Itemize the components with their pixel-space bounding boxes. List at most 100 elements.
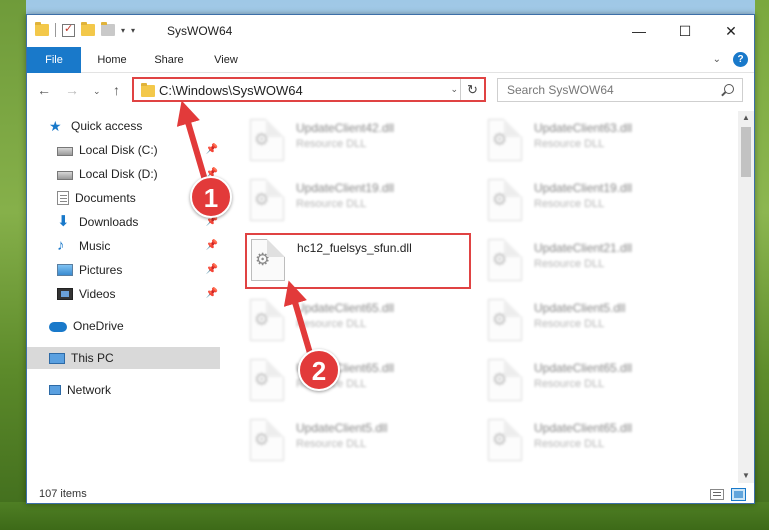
dll-file-icon	[250, 179, 284, 221]
customize-icon[interactable]	[101, 22, 115, 36]
up-button[interactable]: ↑	[113, 82, 120, 98]
properties-icon[interactable]	[62, 22, 75, 37]
documents-icon	[57, 191, 69, 205]
file-item[interactable]: UpdateClient65.dll Resource DLL	[484, 355, 714, 405]
file-type: Resource DLL	[534, 198, 605, 210]
pin-icon[interactable]: 📌	[206, 144, 218, 155]
videos-icon	[57, 288, 73, 300]
dll-file-icon	[251, 239, 285, 281]
file-item[interactable]: UpdateClient5.dll Resource DLL	[484, 295, 714, 345]
desktop-background-right	[755, 0, 769, 530]
refresh-button[interactable]: ↻	[460, 79, 484, 100]
sidebar-item-network[interactable]: Network	[27, 379, 220, 401]
sidebar-item-videos[interactable]: Videos 📌	[27, 283, 220, 305]
file-name: UpdateClient65.dll	[534, 421, 633, 435]
file-type: Resource DLL	[296, 318, 367, 330]
large-icons-view-icon[interactable]	[731, 488, 746, 501]
desktop-background-left	[0, 0, 26, 530]
navigation-pane: ★ Quick access Local Disk (C:) 📌 Local D…	[27, 111, 220, 483]
details-view-icon[interactable]	[710, 489, 724, 500]
file-name: UpdateClient5.dll	[534, 301, 626, 315]
drive-icon	[57, 147, 73, 156]
help-icon[interactable]: ?	[733, 52, 748, 67]
file-name: UpdateClient63.dll	[534, 121, 633, 135]
file-item[interactable]: UpdateClient65.dll Resource DLL	[246, 295, 476, 345]
recent-locations-icon[interactable]: ⌄	[93, 86, 101, 97]
file-type: Resource DLL	[534, 438, 605, 450]
tab-share[interactable]: Share	[142, 47, 196, 73]
item-count: 107 items	[39, 488, 87, 500]
step-badge-1: 1	[190, 176, 232, 218]
address-bar[interactable]: C:\Windows\SysWOW64 ⌄ ↻	[132, 77, 486, 102]
sidebar-item-downloads[interactable]: ⬇ Downloads 📌	[27, 211, 220, 233]
sidebar-item-label: Local Disk (D:)	[79, 167, 158, 181]
new-folder-icon[interactable]	[81, 22, 95, 36]
dll-file-icon	[488, 179, 522, 221]
scroll-down-icon[interactable]: ▼	[738, 469, 754, 483]
dll-file-icon	[488, 239, 522, 281]
file-item[interactable]: UpdateClient19.dll Resource DLL	[484, 175, 714, 225]
search-icon[interactable]	[724, 84, 734, 94]
sidebar-item-label: Quick access	[71, 119, 143, 133]
file-name: UpdateClient5.dll	[296, 421, 388, 435]
pin-icon[interactable]: 📌	[206, 264, 218, 275]
network-icon	[49, 385, 61, 395]
folder-icon[interactable]	[35, 22, 49, 36]
scroll-thumb[interactable]	[741, 127, 751, 177]
close-button[interactable]: ✕	[708, 15, 754, 47]
file-name: UpdateClient42.dll	[296, 121, 395, 135]
sidebar-item-label: OneDrive	[73, 319, 124, 333]
tab-view[interactable]: View	[199, 47, 253, 73]
address-dropdown-icon[interactable]: ⌄	[450, 84, 458, 95]
music-icon: ♪	[57, 237, 65, 254]
minimize-button[interactable]: —	[616, 15, 662, 47]
title-bar: ▾ ▾ SysWOW64 — ☐ ✕	[27, 15, 754, 47]
sidebar-item-music[interactable]: ♪ Music 📌	[27, 235, 220, 257]
pin-icon[interactable]: 📌	[206, 288, 218, 299]
sidebar-item-label: Local Disk (C:)	[79, 143, 158, 157]
ribbon-tabs: File Home Share View ⌄ ?	[27, 47, 754, 73]
dll-file-icon	[250, 119, 284, 161]
pin-icon[interactable]: 📌	[206, 240, 218, 251]
file-item[interactable]: UpdateClient63.dll Resource DLL	[484, 115, 714, 165]
window-title: SysWOW64	[167, 24, 233, 38]
sidebar-item-pictures[interactable]: Pictures 📌	[27, 259, 220, 281]
vertical-scrollbar[interactable]: ▲ ▼	[738, 111, 754, 483]
file-name: UpdateClient65.dll	[296, 301, 395, 315]
sidebar-item-label: Network	[67, 383, 112, 397]
tab-file[interactable]: File	[27, 47, 81, 73]
step-badge-2: 2	[298, 349, 340, 391]
file-item[interactable]: UpdateClient5.dll Resource DLL	[246, 415, 476, 465]
maximize-button[interactable]: ☐	[662, 15, 708, 47]
file-item[interactable]: UpdateClient19.dll Resource DLL	[246, 175, 476, 225]
forward-button[interactable]: →	[65, 82, 79, 98]
file-item[interactable]: UpdateClient21.dll Resource DLL	[484, 235, 714, 285]
ribbon-right: ⌄ ?	[713, 52, 748, 67]
sidebar-item-local-disk-c[interactable]: Local Disk (C:) 📌	[27, 139, 220, 161]
dll-file-icon	[250, 419, 284, 461]
file-item[interactable]: UpdateClient65.dll Resource DLL	[246, 355, 476, 405]
download-icon: ⬇	[57, 213, 70, 230]
pc-icon	[49, 352, 65, 364]
address-path[interactable]: C:\Windows\SysWOW64	[159, 83, 303, 98]
file-name: UpdateClient19.dll	[296, 181, 395, 195]
file-item-selected[interactable]: hc12_fuelsys_sfun.dll	[245, 233, 471, 289]
file-item[interactable]: UpdateClient65.dll Resource DLL	[484, 415, 714, 465]
sidebar-item-onedrive[interactable]: OneDrive	[27, 315, 220, 337]
file-name: hc12_fuelsys_sfun.dll	[297, 241, 412, 255]
back-button[interactable]: ←	[37, 82, 51, 98]
file-name: UpdateClient65.dll	[534, 361, 633, 375]
expand-ribbon-icon[interactable]: ⌄	[713, 54, 721, 65]
file-type: Resource DLL	[534, 378, 605, 390]
address-folder-icon	[141, 83, 155, 97]
qat-dropdown-icon[interactable]: ▾	[131, 26, 135, 35]
file-item[interactable]: UpdateClient42.dll Resource DLL	[246, 115, 476, 165]
sidebar-item-local-disk-d[interactable]: Local Disk (D:) 📌	[27, 163, 220, 185]
search-input[interactable]: Search SysWOW64	[497, 78, 743, 102]
scroll-up-icon[interactable]: ▲	[738, 111, 754, 125]
customize-dropdown-icon[interactable]: ▾	[121, 26, 125, 35]
tab-home[interactable]: Home	[85, 47, 139, 73]
sidebar-item-this-pc[interactable]: This PC	[27, 347, 220, 369]
sidebar-item-quick-access[interactable]: ★ Quick access	[27, 115, 220, 137]
star-icon: ★	[49, 118, 62, 134]
